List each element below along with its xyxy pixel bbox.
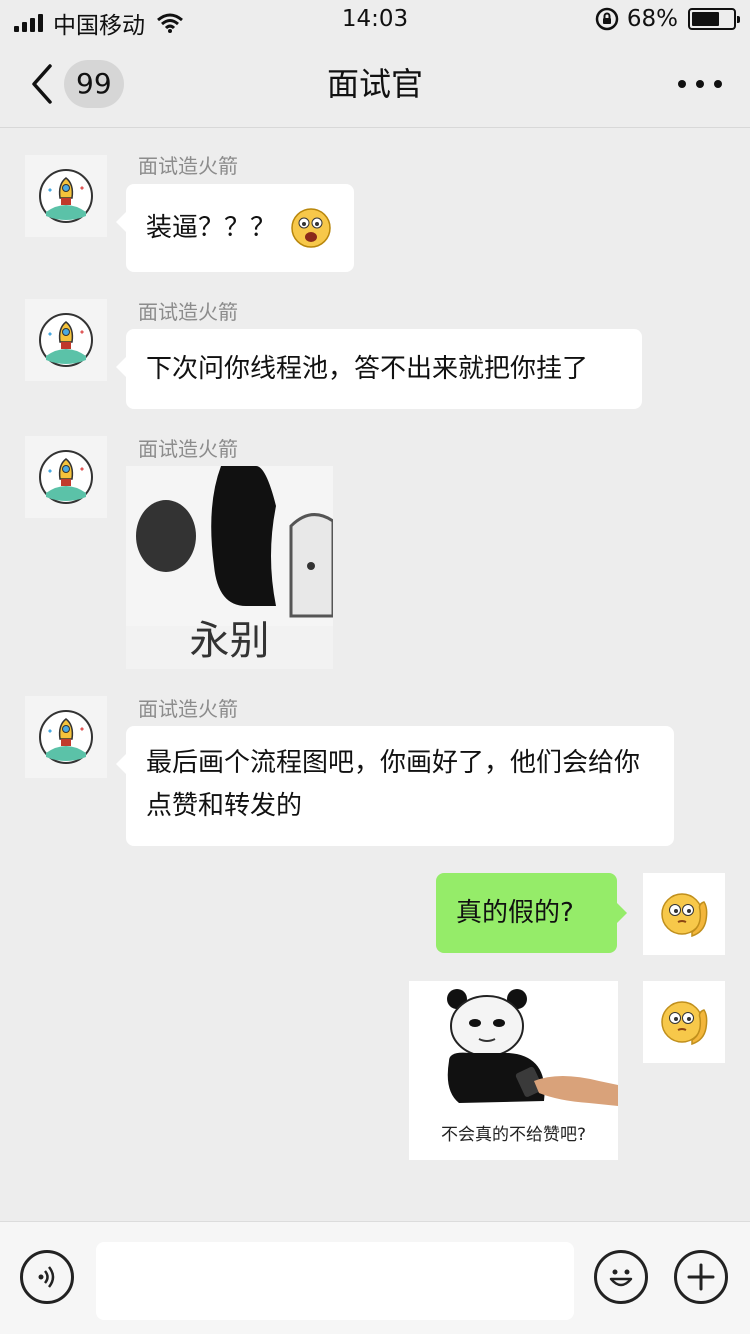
avatar[interactable]	[25, 299, 107, 381]
self-avatar[interactable]	[643, 981, 725, 1063]
self-avatar[interactable]	[643, 873, 725, 955]
plus-icon	[687, 1263, 715, 1291]
rocket-avatar-icon	[39, 169, 93, 223]
message-bubble[interactable]: 下次问你线程池，答不出来就把你挂了	[116, 329, 642, 409]
more-dots-icon[interactable]	[678, 70, 722, 98]
rocket-avatar-icon	[39, 313, 93, 367]
emoji-icon	[609, 1269, 633, 1287]
message-text: 下次问你线程池，答不出来就把你挂了	[146, 354, 589, 384]
battery-level	[692, 12, 720, 26]
status-right: 68%	[595, 6, 740, 32]
sender-name: 面试造火箭	[138, 154, 238, 178]
chat-header: 99 面试官	[0, 40, 750, 128]
orientation-lock-icon	[595, 7, 619, 31]
thinking-emoji-avatar-icon	[661, 893, 708, 938]
message-input[interactable]	[96, 1242, 574, 1320]
rocket-avatar-icon	[39, 450, 93, 504]
sender-name: 面试造火箭	[138, 437, 238, 461]
avatar[interactable]	[25, 696, 107, 778]
sender-name: 面试造火箭	[138, 697, 238, 721]
message-bubble[interactable]: 最后画个流程图吧，你画好了，他们会给你点赞和转发的	[116, 726, 674, 846]
message-bubble[interactable]: 装逼？？？	[116, 184, 354, 272]
status-bar: 中国移动 14:03 68%	[0, 0, 750, 40]
input-bar	[0, 1221, 750, 1334]
surprised-emoji-icon	[291, 208, 331, 248]
self-message-bubble[interactable]: 真的假的?	[436, 873, 627, 953]
voice-button[interactable]	[20, 1250, 74, 1304]
rocket-avatar-icon	[39, 710, 93, 764]
message-text: 装逼？？？	[146, 213, 277, 243]
chat-title: 面试官	[326, 65, 423, 103]
avatar[interactable]	[25, 436, 107, 518]
message-text: 最后画个流程图吧，你画好了，他们会给你点赞和转发的	[146, 748, 641, 821]
panda-interview-sticker[interactable]: 不会真的不给赞吧?	[409, 981, 618, 1160]
sender-name: 面试造火箭	[138, 300, 238, 324]
battery-icon	[688, 8, 740, 30]
sticker-caption: 永别	[189, 618, 270, 664]
sticker-caption: 不会真的不给赞吧?	[440, 1125, 587, 1145]
plus-button[interactable]	[674, 1250, 728, 1304]
avatar[interactable]	[25, 155, 107, 237]
voice-icon	[38, 1266, 55, 1288]
message-text: 真的假的?	[456, 898, 574, 928]
thinking-emoji-avatar-icon	[661, 1001, 708, 1046]
battery-percent: 68%	[626, 6, 678, 32]
farewell-sticker[interactable]: 永别	[126, 466, 333, 669]
emoji-button[interactable]	[594, 1250, 648, 1304]
panda-sticker-image	[409, 981, 618, 1121]
farewell-sticker-image	[126, 466, 333, 626]
